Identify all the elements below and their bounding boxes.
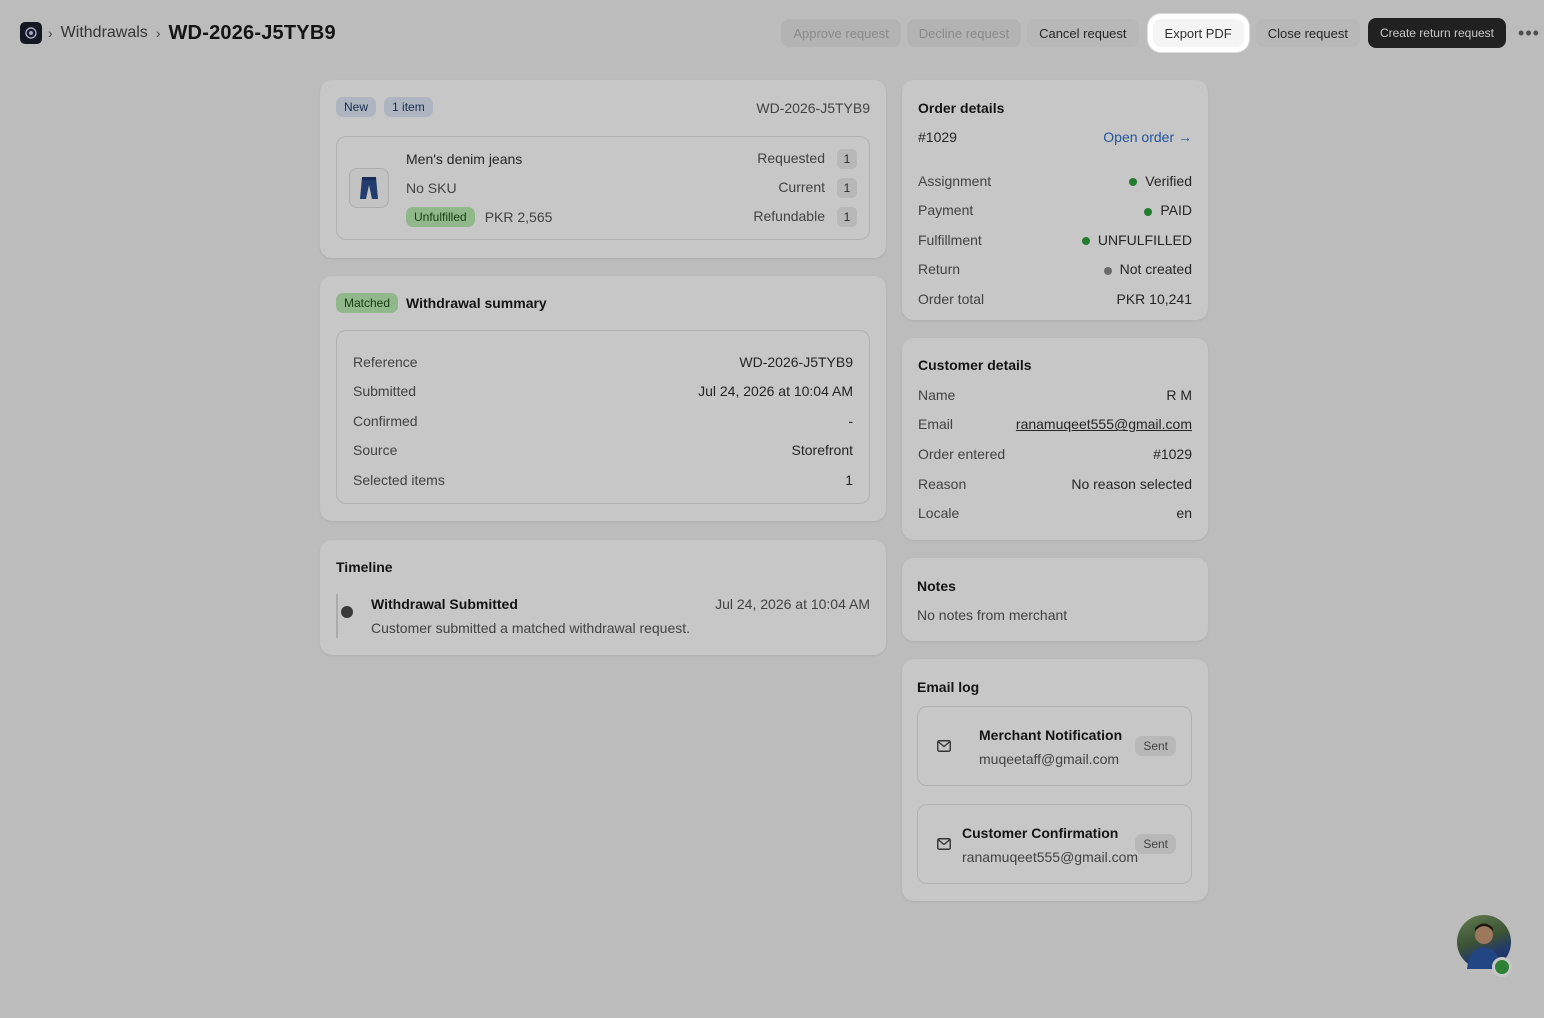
product-thumbnail bbox=[349, 168, 389, 208]
notes-text: No notes from merchant bbox=[917, 607, 1068, 623]
customer-email-link[interactable]: ranamuqeet555@gmail.com bbox=[1016, 416, 1192, 432]
match-badge: Matched bbox=[336, 293, 399, 313]
order-details-title: Order details bbox=[918, 100, 1005, 116]
customer-details-title: Customer details bbox=[918, 357, 1032, 373]
chevron-right-icon: › bbox=[155, 25, 161, 41]
item-count-badge: 1 item bbox=[384, 97, 433, 117]
decline-request-button[interactable]: Decline request bbox=[906, 19, 1022, 47]
timeline-card: Timeline Withdrawal Submitted Customer s… bbox=[320, 540, 886, 655]
breadcrumb-withdrawals-link[interactable]: Withdrawals bbox=[61, 24, 148, 42]
email-log-entry-title: Merchant Notification bbox=[979, 727, 1123, 743]
export-pdf-button[interactable]: Export PDF bbox=[1152, 19, 1244, 47]
summary-title: Withdrawal summary bbox=[406, 295, 547, 311]
more-actions-icon[interactable]: ••• bbox=[1514, 23, 1544, 44]
withdrawal-summary-card: Matched Withdrawal summary Reference WD-2… bbox=[320, 276, 886, 521]
status-dot-icon bbox=[1103, 266, 1112, 275]
mail-icon bbox=[937, 838, 951, 850]
customer-row-reason: Reason No reason selected bbox=[918, 475, 1192, 492]
order-row-total: Order total PKR 10,241 bbox=[918, 290, 1192, 307]
status-dot-icon bbox=[1129, 178, 1138, 187]
summary-row: Source Storefront bbox=[353, 442, 853, 459]
line-item: Men's denim jeans No SKU Unfulfilled PKR… bbox=[336, 136, 870, 240]
email-status-badge: Sent bbox=[1135, 834, 1176, 854]
timeline-event-time: Jul 24, 2026 at 10:04 AM bbox=[715, 596, 870, 612]
order-row-return: Return Not created bbox=[918, 261, 1192, 278]
email-log-title: Email log bbox=[917, 679, 980, 695]
approve-request-button[interactable]: Approve request bbox=[781, 19, 901, 47]
notes-title: Notes bbox=[917, 578, 956, 594]
email-log-entry: Merchant Notification muqeetaff@gmail.co… bbox=[917, 706, 1192, 786]
qty-refundable: Refundable 1 bbox=[753, 207, 857, 236]
reference-label: WD-2026-J5TYB9 bbox=[756, 100, 870, 116]
customer-row-name: Name R M bbox=[918, 386, 1192, 403]
top-bar: › Withdrawals › WD-2026-J5TYB9 Approve r… bbox=[0, 0, 1544, 66]
qty-current: Current 1 bbox=[753, 178, 857, 207]
summary-table: Reference WD-2026-J5TYB9 Submitted Jul 24,… bbox=[336, 330, 870, 504]
email-log-entry-title: Customer Confirmation bbox=[962, 825, 1119, 841]
qty-requested: Requested 1 bbox=[753, 149, 857, 178]
status-dot-icon bbox=[1081, 237, 1090, 246]
mail-icon bbox=[937, 740, 951, 752]
notes-card: Notes No notes from merchant bbox=[902, 558, 1208, 641]
app-logo-icon[interactable] bbox=[20, 22, 42, 44]
timeline-line bbox=[336, 594, 338, 638]
customer-details-card: Customer details Name R M Email ranamuqeet… bbox=[902, 338, 1208, 540]
breadcrumb: › Withdrawals › WD-2026-J5TYB9 bbox=[48, 20, 336, 46]
fulfillment-badge: Unfulfilled bbox=[406, 207, 475, 227]
create-return-request-button[interactable]: Create return request bbox=[1367, 18, 1506, 48]
timeline-event-description: Customer submitted a matched withdrawal … bbox=[371, 620, 691, 636]
chevron-right-icon: › bbox=[48, 25, 53, 41]
customer-row-email: Email ranamuqeet555@gmail.com bbox=[918, 416, 1192, 433]
summary-row: Submitted Jul 24, 2026 at 10:04 AM bbox=[353, 383, 853, 400]
close-request-button[interactable]: Close request bbox=[1255, 19, 1360, 47]
order-number: #1029 bbox=[918, 129, 957, 145]
summary-row: Confirmed - bbox=[353, 412, 853, 429]
order-row-fulfillment: Fulfillment UNFULFILLED bbox=[918, 231, 1192, 248]
status-dot-icon bbox=[1144, 207, 1153, 216]
jeans-icon bbox=[360, 177, 378, 199]
timeline-event-title: Withdrawal Submitted bbox=[371, 596, 518, 612]
email-log-entry-address: ranamuqeet555@gmail.com bbox=[962, 849, 1139, 865]
page-title: WD-2026-J5TYB9 bbox=[168, 21, 336, 44]
order-details-card: Order details #1029 Open order → Assignm… bbox=[902, 80, 1208, 320]
product-sku: No SKU bbox=[406, 180, 457, 196]
order-row-assignment: Assignment Verified bbox=[918, 172, 1192, 189]
customer-row-locale: Locale en bbox=[918, 505, 1192, 522]
timeline-dot-icon bbox=[341, 606, 353, 618]
summary-row: Reference WD-2026-J5TYB9 bbox=[353, 353, 853, 370]
order-row-payment: Payment PAID bbox=[918, 202, 1192, 219]
open-order-link[interactable]: Open order → bbox=[1103, 129, 1192, 145]
product-price: PKR 2,565 bbox=[484, 209, 553, 225]
email-log-entry: Customer Confirmation ranamuqeet555@gmai… bbox=[917, 804, 1192, 884]
status-badge: New bbox=[336, 97, 377, 117]
withdrawal-items-card: New 1 item WD-2026-J5TYB9 Men's denim je… bbox=[320, 80, 886, 258]
email-log-entry-address: muqeetaff@gmail.com bbox=[979, 751, 1120, 767]
quantities-list: Requested 1 Current 1 Refundable 1 bbox=[753, 149, 857, 236]
email-log-card: Email log Merchant Notification muqeetaf… bbox=[902, 659, 1208, 901]
summary-row: Selected items 1 bbox=[353, 471, 853, 488]
timeline-title: Timeline bbox=[336, 559, 393, 575]
cancel-request-button[interactable]: Cancel request bbox=[1027, 19, 1139, 47]
online-status-dot bbox=[1492, 957, 1512, 977]
email-status-badge: Sent bbox=[1135, 736, 1176, 756]
customer-row-order: Order entered #1029 bbox=[918, 445, 1192, 462]
product-name: Men's denim jeans bbox=[406, 151, 523, 167]
page-actions: Approve request Decline request Cancel r… bbox=[775, 18, 1544, 48]
